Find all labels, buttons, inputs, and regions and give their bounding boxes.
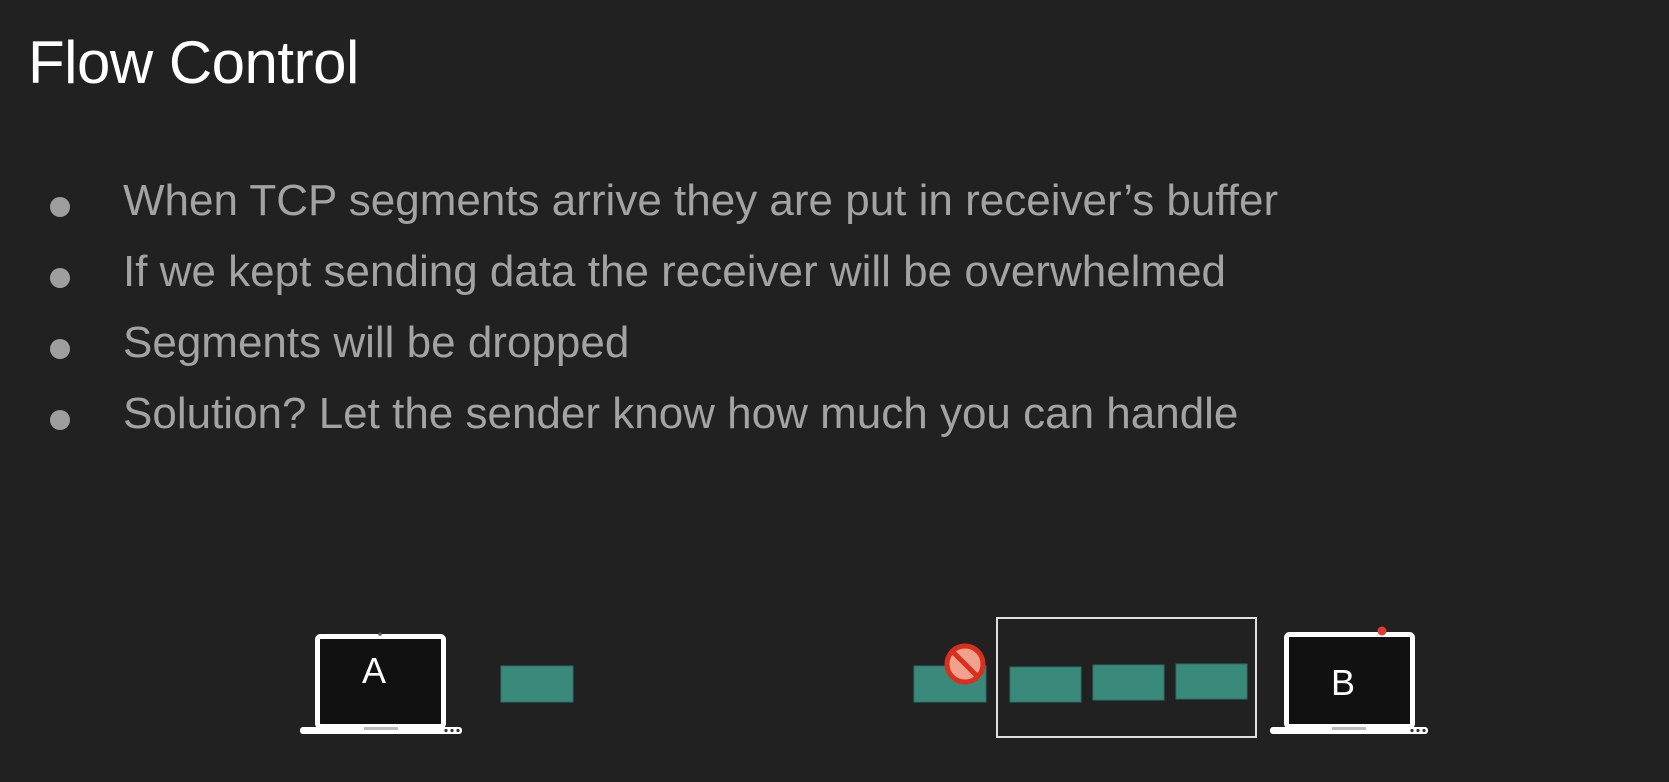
buffer-segment — [1009, 666, 1082, 703]
receiver-buffer — [996, 617, 1257, 738]
receiver-laptop: B — [1270, 626, 1428, 734]
camera-indicator — [1377, 626, 1387, 636]
buffer-segment — [1175, 663, 1248, 700]
segment-in-transit — [500, 665, 574, 703]
no-entry-icon — [944, 643, 986, 685]
receiver-label: B — [1331, 662, 1355, 703]
sender-label: A — [362, 650, 386, 691]
buffer-segment — [1092, 664, 1165, 701]
flow-control-diagram: A B — [300, 617, 1428, 738]
sender-laptop: A — [300, 632, 462, 734]
